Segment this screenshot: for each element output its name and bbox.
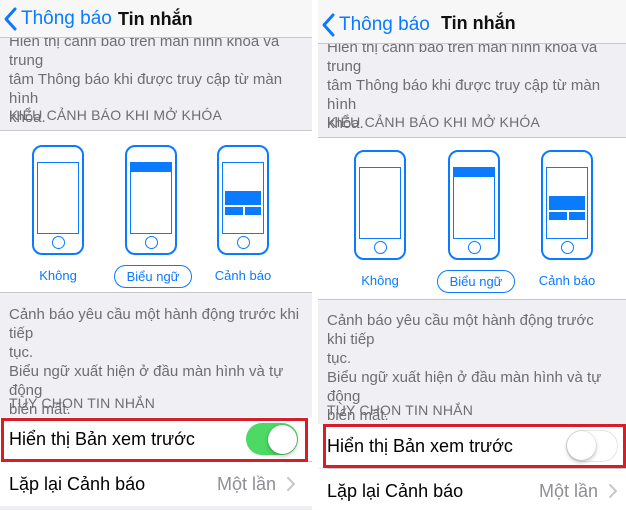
phone-alert-icon xyxy=(217,145,269,255)
alert-style-label: Không xyxy=(39,268,77,283)
alert-style-label: Cảnh báo xyxy=(214,268,272,283)
phone-none-icon xyxy=(354,150,406,260)
show-preview-row: Hiển thị Bản xem trước xyxy=(0,417,312,461)
footer-line: Cảnh báo yêu cầu một hành động trước khi… xyxy=(9,306,300,342)
chevron-left-icon xyxy=(4,7,17,31)
repeat-alerts-value: Một lần xyxy=(216,473,276,494)
show-preview-toggle[interactable] xyxy=(566,430,618,462)
footer-line: tục. xyxy=(327,350,352,367)
message-options-header: TÙY CHỌN TIN NHẮN xyxy=(9,395,156,411)
page-title: Tin nhắn xyxy=(441,13,516,33)
footer-line: Biểu ngữ xuất hiện ở đầu màn hình và tự … xyxy=(327,369,602,405)
alert-style-alerts[interactable]: Cảnh báo xyxy=(527,150,607,290)
alert-style-header: KIỂU CẢNH BÁO KHI MỞ KHÓA xyxy=(327,114,541,130)
alert-style-banners[interactable]: Biểu ngữ xyxy=(434,150,515,293)
back-button-label: Thông báo xyxy=(339,14,430,35)
alert-style-label-selected: Biểu ngữ xyxy=(114,265,192,288)
page-title: Tin nhắn xyxy=(118,9,193,29)
repeat-alerts-label: Lặp lại Cảnh báo xyxy=(327,480,464,501)
alert-style-picker: Không Biểu ngữ Cảnh báo xyxy=(0,130,312,293)
show-preview-label: Hiển thị Bản xem trước xyxy=(327,435,513,456)
navigation-bar: Thông báo Tin nhắn xyxy=(0,0,312,38)
chevron-right-icon xyxy=(287,477,295,491)
right-screenshot-panel: Thông báo Tin nhắn Hiển thị cảnh báo trê… xyxy=(318,0,626,510)
footer-line: tâm Thông báo khi được truy cập từ màn h… xyxy=(327,77,601,113)
alert-style-label: Cảnh báo xyxy=(538,273,596,288)
footer-line: Cảnh báo yêu cầu một hành động trước khi… xyxy=(327,312,594,348)
repeat-alerts-row[interactable]: Lặp lại Cảnh báo Một lần xyxy=(318,469,626,510)
alert-style-none[interactable]: Không xyxy=(340,150,420,290)
alert-style-banners[interactable]: Biểu ngữ xyxy=(111,145,192,288)
alert-style-none[interactable]: Không xyxy=(18,145,98,285)
repeat-alerts-row[interactable]: Lặp lại Cảnh báo Một lần xyxy=(0,462,312,506)
chevron-left-icon xyxy=(322,13,335,37)
left-screenshot-panel: Thông báo Tin nhắn Hiển thị cảnh báo trê… xyxy=(0,0,312,510)
footer-line: tục. xyxy=(9,344,34,361)
phone-none-icon xyxy=(32,145,84,255)
toggle-knob xyxy=(267,424,297,454)
phone-banner-icon xyxy=(448,150,500,260)
back-button[interactable]: Thông báo xyxy=(318,3,430,47)
alert-style-alerts[interactable]: Cảnh báo xyxy=(203,145,283,285)
alert-style-label: Không xyxy=(361,273,399,288)
alert-style-label-selected: Biểu ngữ xyxy=(437,270,515,293)
alert-style-picker: Không Biểu ngữ Cảnh báo xyxy=(318,137,626,300)
show-preview-label: Hiển thị Bản xem trước xyxy=(9,428,195,449)
back-button[interactable]: Thông báo xyxy=(0,0,112,38)
footer-line: tâm Thông báo khi được truy cập từ màn h… xyxy=(9,71,283,107)
chevron-right-icon xyxy=(609,484,617,498)
phone-banner-icon xyxy=(125,145,177,255)
repeat-alerts-label: Lặp lại Cảnh báo xyxy=(9,473,146,494)
phone-alert-icon xyxy=(541,150,593,260)
message-options-header: TÙY CHỌN TIN NHẮN xyxy=(327,402,474,418)
alert-style-header: KIỂU CẢNH BÁO KHI MỞ KHÓA xyxy=(9,107,223,123)
back-button-label: Thông báo xyxy=(21,8,112,29)
show-preview-row: Hiển thị Bản xem trước xyxy=(318,424,626,468)
repeat-alerts-value: Một lần xyxy=(538,480,598,501)
show-preview-toggle[interactable] xyxy=(246,423,298,455)
toggle-knob xyxy=(567,431,596,460)
navigation-bar: Thông báo Tin nhắn xyxy=(318,0,626,44)
